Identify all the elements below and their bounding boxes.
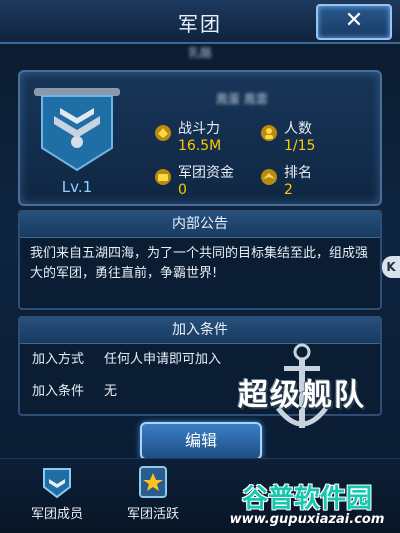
members-icon bbox=[261, 125, 277, 141]
leader-name: 鳳蛋 鳳雲 bbox=[216, 92, 268, 106]
nav-item-members[interactable]: 军团成员 bbox=[12, 465, 102, 522]
notice-text: 我们来自五湖四海，为了一个共同的目标集结至此，组成强大的军团，勇往直前，争霸世界… bbox=[30, 246, 369, 281]
notice-section: 内部公告 我们来自五湖四海，为了一个共同的目标集结至此，组成强大的军团，勇往直前… bbox=[18, 210, 382, 310]
legion-info-panel: Lv.1 鳳蛋 鳳雲 战斗力 16.5M 人数 1/15 军团资金 0 排名 2 bbox=[18, 70, 382, 206]
k-icon: K bbox=[386, 260, 396, 274]
nav-item-activity[interactable]: 军团活跃 bbox=[108, 465, 198, 522]
close-icon: ✕ bbox=[344, 8, 364, 33]
funds-icon bbox=[155, 169, 171, 185]
conditions-title: 加入条件 bbox=[20, 318, 380, 344]
legion-name: 乳酪 bbox=[187, 46, 212, 60]
power-icon bbox=[155, 125, 171, 141]
members-nav-icon bbox=[43, 468, 71, 499]
rank-icon bbox=[261, 169, 277, 185]
site-watermark: 谷普软件园 www.gupuxiazai.com bbox=[229, 484, 385, 527]
notice-title: 内部公告 bbox=[20, 212, 380, 238]
condition-row-requirement: 加入条件 无 bbox=[32, 384, 118, 399]
legion-level: Lv.1 bbox=[61, 178, 93, 196]
game-logo-text: 超级舰队 bbox=[238, 378, 366, 413]
side-tab-button[interactable]: K bbox=[382, 256, 400, 278]
star-nav-icon bbox=[139, 466, 167, 498]
close-button[interactable]: ✕ bbox=[316, 4, 392, 40]
title-bar: 军团 ✕ bbox=[0, 0, 400, 44]
condition-row-method: 加入方式 任何人申请即可加入 bbox=[32, 352, 222, 367]
edit-button[interactable]: 编辑 bbox=[140, 422, 262, 460]
legion-banner-icon bbox=[34, 88, 120, 172]
